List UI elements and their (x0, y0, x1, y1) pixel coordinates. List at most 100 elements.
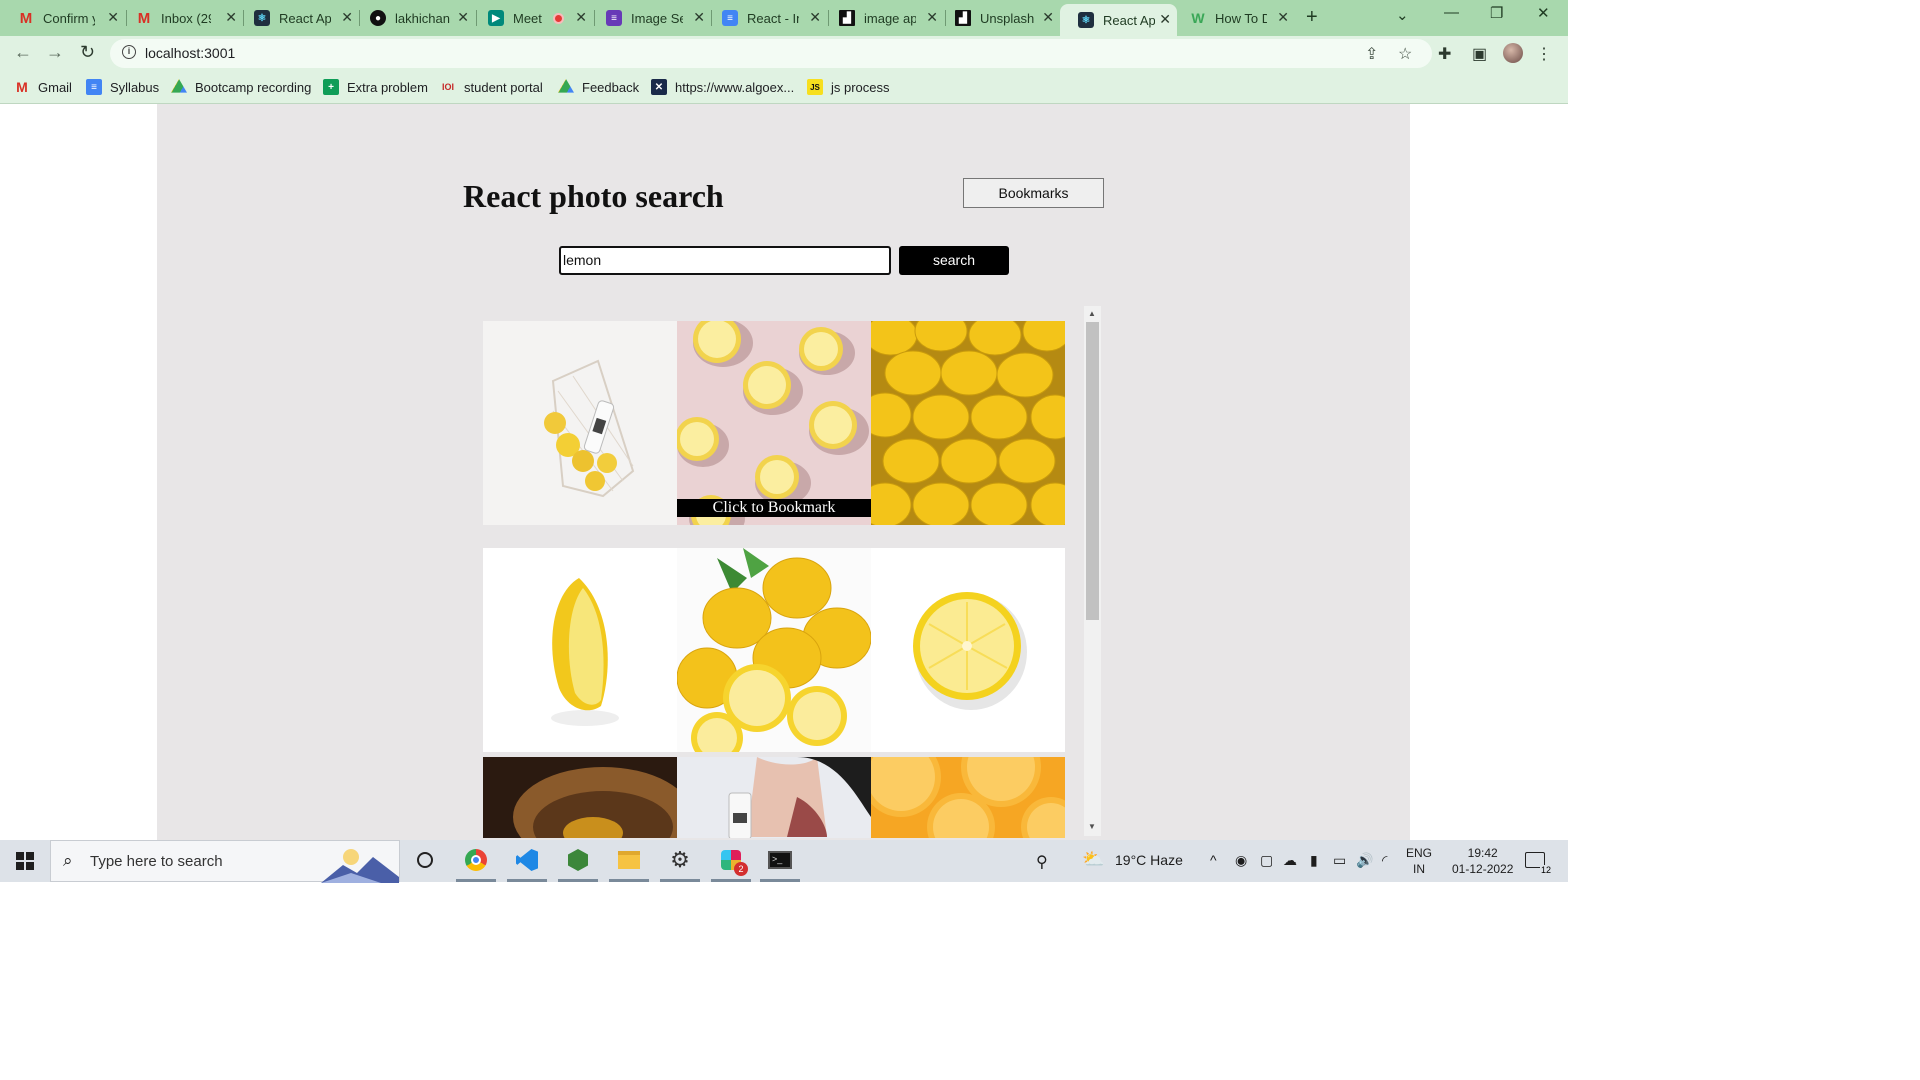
restore-button[interactable]: ❐ (1490, 4, 1503, 22)
tab-meet[interactable]: ▶ Meet ✕ (470, 6, 593, 30)
tab-react-docs[interactable]: ≡ React - In ✕ (704, 6, 827, 30)
meet-now-icon[interactable]: ▢ (1260, 852, 1273, 869)
address-bar[interactable]: i localhost:3001 ⇪ ☆ (110, 39, 1432, 68)
tab-label: Unsplash (980, 10, 1035, 26)
forms-icon: ≡ (606, 10, 622, 26)
scrollbar-thumb[interactable] (1086, 322, 1099, 620)
tab-github[interactable]: ● lakhichan ✕ (352, 6, 475, 30)
close-icon[interactable]: ✕ (1277, 9, 1289, 26)
tab-inbox[interactable]: M Inbox (29 ✕ (118, 6, 243, 30)
scroll-down-arrow-icon[interactable]: ▼ (1088, 822, 1096, 831)
photo-image (483, 548, 677, 752)
share-icon[interactable]: ⇪ (1365, 44, 1378, 64)
volume-icon[interactable]: 🔊 (1356, 852, 1373, 869)
tab-unsplash[interactable]: ▟ Unsplash ✕ (937, 6, 1060, 30)
people-icon[interactable]: ⚲ (1036, 852, 1048, 872)
slack-icon[interactable]: 2 (719, 848, 748, 876)
tab-react-app-active[interactable]: ⚛ React Ap ✕ (1060, 4, 1177, 36)
photo-card[interactable] (677, 548, 871, 752)
microphone-icon[interactable]: ▮ (1310, 852, 1318, 869)
photo-card[interactable] (871, 321, 1065, 525)
minimize-button[interactable]: — (1444, 4, 1459, 21)
docs-icon: ≡ (722, 10, 738, 26)
close-icon[interactable]: ✕ (809, 9, 821, 26)
bookmark-star-icon[interactable]: ☆ (1398, 44, 1412, 64)
photo-card[interactable] (483, 321, 677, 525)
bookmark-algoexpert[interactable]: ✕ https://www.algoex... (651, 79, 794, 95)
bookmark-js-process[interactable]: JS js process (807, 79, 890, 95)
battery-icon[interactable]: ▭ (1333, 852, 1346, 869)
meet-icon: ▶ (488, 10, 504, 26)
unsplash-icon: ▟ (839, 10, 855, 26)
photo-card[interactable] (483, 757, 677, 838)
tab-react-app-1[interactable]: ⚛ React Ap ✕ (236, 6, 359, 30)
cortana-circle-icon[interactable] (413, 848, 437, 872)
photo-image (483, 321, 677, 525)
site-info-icon[interactable]: i (122, 45, 136, 59)
drive-icon (558, 79, 574, 93)
photo-image (871, 757, 1065, 838)
tab-search-chevron-icon[interactable]: ⌄ (1396, 6, 1409, 24)
weather-text[interactable]: 19°C Haze (1115, 852, 1183, 868)
bookmark-label: Extra problem (347, 79, 428, 95)
close-icon[interactable]: ✕ (575, 9, 587, 26)
gallery-scrollbar[interactable]: ▲ ▼ (1084, 306, 1101, 836)
photo-card[interactable] (871, 548, 1065, 752)
photo-card[interactable] (483, 548, 677, 752)
notifications-icon[interactable]: 12 (1525, 852, 1552, 875)
clock[interactable]: 19:42 01-12-2022 (1452, 845, 1513, 877)
bookmark-student-portal[interactable]: IOI student portal (440, 79, 543, 95)
reload-icon[interactable]: ↻ (80, 42, 95, 63)
photo-card[interactable]: Click to Bookmark (677, 321, 871, 525)
tab-label: React Ap (279, 10, 331, 26)
wifi-icon[interactable]: ◜ (1382, 852, 1387, 869)
record-icon[interactable]: ◉ (1235, 852, 1247, 869)
bookmark-label: Syllabus (110, 79, 160, 95)
language-indicator[interactable]: ENG IN (1406, 845, 1432, 877)
close-icon[interactable]: ✕ (1042, 9, 1054, 26)
bookmark-syllabus[interactable]: ≡ Syllabus (86, 79, 159, 95)
search-button[interactable]: search (899, 246, 1009, 275)
tab-image-search[interactable]: ≡ Image Se ✕ (588, 6, 711, 30)
start-windows-icon[interactable] (16, 852, 34, 870)
taskbar-search-box[interactable]: ⌕ Type here to search (50, 840, 400, 883)
language-code: ENG (1406, 846, 1433, 860)
close-icon[interactable]: ✕ (457, 9, 469, 26)
page-viewport: React photo search Bookmarks lemon searc… (0, 104, 1568, 840)
side-panel-icon[interactable]: ▣ (1472, 44, 1487, 64)
tab-confirm[interactable]: M Confirm y ✕ (0, 6, 125, 30)
extensions-puzzle-icon[interactable]: ✚ (1438, 44, 1451, 64)
tab-image-api[interactable]: ▟ image ap ✕ (821, 6, 944, 30)
photo-card[interactable] (871, 757, 1065, 838)
menu-kebab-icon[interactable]: ⋮ (1536, 44, 1552, 64)
back-arrow-icon[interactable]: ← (14, 42, 32, 63)
scroll-up-arrow-icon[interactable]: ▲ (1088, 309, 1096, 318)
new-tab-button[interactable]: + (1306, 6, 1318, 29)
weather-cloud-icon[interactable]: ⛅ (1082, 849, 1104, 870)
show-hidden-icons-chevron-icon[interactable]: ^ (1210, 852, 1217, 868)
vscode-icon[interactable] (515, 848, 539, 872)
search-input[interactable]: lemon (559, 246, 891, 275)
nodejs-icon[interactable] (566, 848, 590, 872)
onedrive-cloud-icon[interactable]: ☁ (1283, 852, 1297, 869)
terminal-icon[interactable]: >_ (768, 848, 792, 872)
bookmark-gmail[interactable]: M Gmail (14, 79, 72, 95)
gmail-icon: M (16, 79, 28, 95)
close-window-button[interactable]: ✕ (1537, 4, 1550, 22)
bookmark-label: Bootcamp recording (195, 79, 312, 95)
forward-arrow-icon[interactable]: → (46, 42, 64, 63)
tab-how-to[interactable]: W How To D ✕ (1172, 6, 1295, 30)
photo-card[interactable] (677, 757, 871, 838)
bookmarks-button[interactable]: Bookmarks (963, 178, 1104, 208)
close-icon[interactable]: ✕ (1159, 11, 1171, 28)
bookmark-bootcamp-recording[interactable]: Bootcamp recording (171, 79, 311, 95)
file-explorer-folder-icon[interactable] (617, 848, 641, 872)
bookmark-feedback[interactable]: Feedback (558, 79, 639, 95)
chrome-icon[interactable] (464, 848, 488, 872)
click-to-bookmark-label[interactable]: Click to Bookmark (677, 499, 871, 517)
tab-label: lakhichan (395, 10, 450, 26)
bookmark-label: student portal (464, 79, 543, 95)
profile-avatar[interactable] (1503, 43, 1523, 63)
settings-gear-icon[interactable]: ⚙ (668, 847, 692, 872)
bookmark-extra-problem[interactable]: + Extra problem (323, 79, 428, 95)
